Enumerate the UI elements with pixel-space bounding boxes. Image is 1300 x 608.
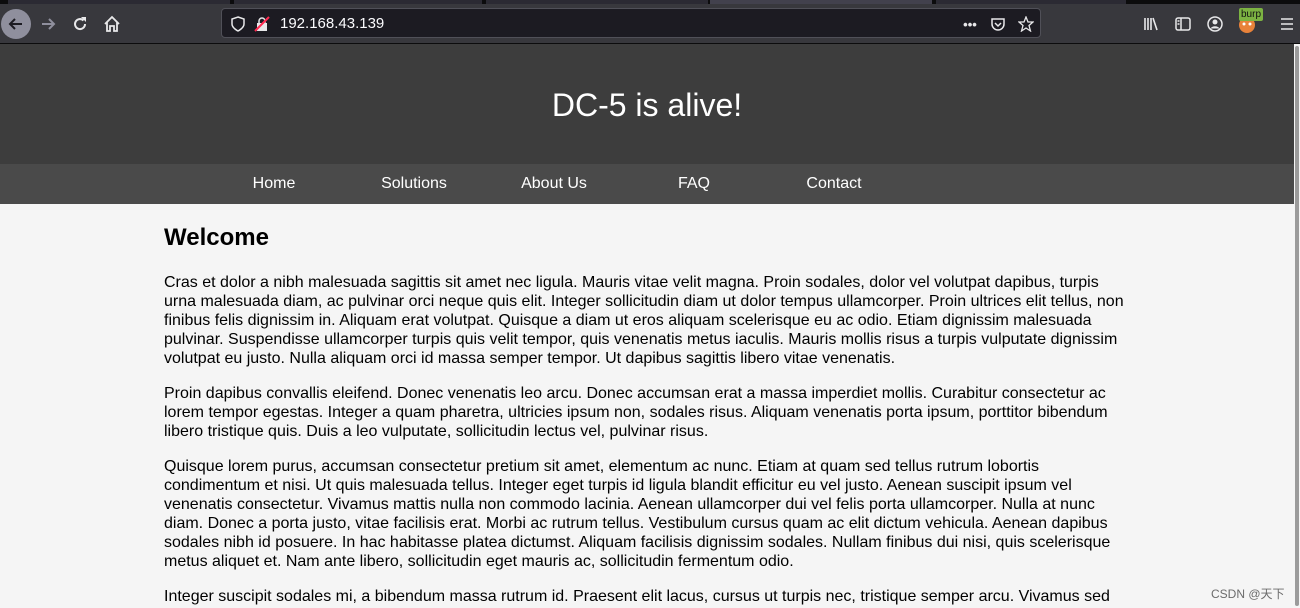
account-button[interactable] <box>1201 10 1229 38</box>
back-button[interactable] <box>1 9 31 39</box>
home-button[interactable] <box>98 10 126 38</box>
nav-faq[interactable]: FAQ <box>624 175 764 193</box>
watermark: CSDN @天下 <box>1211 587 1285 601</box>
nav-home[interactable]: Home <box>204 175 344 193</box>
scrollbar-thumb[interactable] <box>1295 46 1299 606</box>
shield-icon[interactable] <box>230 16 246 32</box>
bookmark-star-icon[interactable] <box>1018 16 1034 32</box>
library-icon <box>1144 17 1158 31</box>
reload-button[interactable] <box>66 10 94 38</box>
pocket-icon[interactable] <box>990 16 1006 32</box>
nav-contact[interactable]: Contact <box>764 175 904 193</box>
site-header: DC-5 is alive! <box>0 44 1294 164</box>
paragraph: Proin dapibus convallis eleifend. Donec … <box>164 385 1108 440</box>
paragraph: Integer suscipit sodales mi, a bibendum … <box>164 588 1110 605</box>
insecure-lock-icon[interactable] <box>254 16 270 32</box>
reload-icon <box>74 17 87 31</box>
account-icon <box>1207 16 1223 32</box>
page-actions-icon[interactable]: ••• <box>962 16 978 32</box>
paragraph: Cras et dolor a nibh malesuada sagittis … <box>164 274 1124 367</box>
browser-toolbar: 192.168.43.139 ••• burp <box>0 4 1300 44</box>
url-bar[interactable]: 192.168.43.139 ••• <box>221 8 1041 38</box>
forward-button[interactable] <box>34 10 62 38</box>
library-button[interactable] <box>1137 10 1165 38</box>
arrow-left-icon <box>8 18 22 30</box>
menu-button[interactable] <box>1273 10 1300 38</box>
nav-about-us[interactable]: About Us <box>484 175 624 193</box>
nav-solutions[interactable]: Solutions <box>344 175 484 193</box>
paragraph: Quisque lorem purus, accumsan consectetu… <box>164 458 1111 570</box>
hamburger-menu-icon <box>1281 18 1293 30</box>
site-nav: Home Solutions About Us FAQ Contact <box>0 164 1294 204</box>
page-heading: Welcome <box>164 224 269 251</box>
sidebar-button[interactable] <box>1169 10 1197 38</box>
home-icon <box>104 15 120 32</box>
sidebar-icon <box>1175 17 1191 31</box>
burp-badge: burp <box>1239 8 1264 21</box>
arrow-right-icon <box>42 18 56 30</box>
url-text[interactable]: 192.168.43.139 <box>280 15 384 32</box>
site-title: DC-5 is alive! <box>551 87 743 123</box>
